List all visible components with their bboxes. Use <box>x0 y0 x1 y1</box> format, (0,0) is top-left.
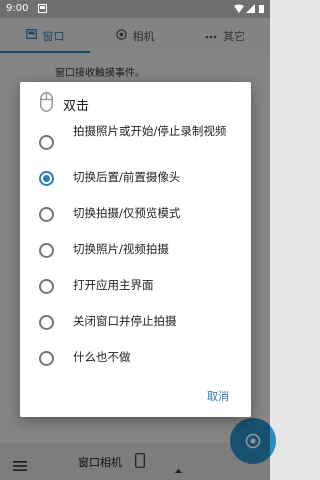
radio-button[interactable] <box>39 135 54 150</box>
option-label: 切换照片/视频拍摄 <box>73 242 169 256</box>
dialog-header: 双击 <box>40 92 90 116</box>
radio-button[interactable] <box>39 315 54 330</box>
double-tap-dialog: 双击 拍摄照片或开始/停止录制视频 切换后置/前置摄像头 切换拍摄/仅预览模式 … <box>20 82 251 417</box>
status-time: 9:00 <box>6 3 29 14</box>
radio-button[interactable] <box>39 243 54 258</box>
radio-button[interactable] <box>39 207 54 222</box>
battery-icon <box>259 4 264 13</box>
wifi-icon <box>234 4 244 13</box>
option-label: 关闭窗口并停止拍摄 <box>73 314 177 328</box>
radio-button-selected[interactable] <box>39 171 54 186</box>
radio-button[interactable] <box>39 351 54 366</box>
option-label: 切换后置/前置摄像头 <box>73 170 181 184</box>
option-label: 切换拍摄/仅预览模式 <box>73 206 181 220</box>
notification-icon <box>38 4 47 13</box>
radio-button[interactable] <box>39 279 54 294</box>
cancel-button[interactable]: 取消 <box>207 388 229 404</box>
status-bar: 9:00 <box>0 0 270 18</box>
mouse-icon <box>40 92 53 116</box>
signal-icon <box>246 4 255 13</box>
dialog-title: 双击 <box>63 98 90 114</box>
option-label: 打开应用主界面 <box>73 278 154 292</box>
option-label: 什么也不做 <box>73 350 131 364</box>
option-label: 拍摄照片或开始/停止录制视频 <box>73 124 227 138</box>
